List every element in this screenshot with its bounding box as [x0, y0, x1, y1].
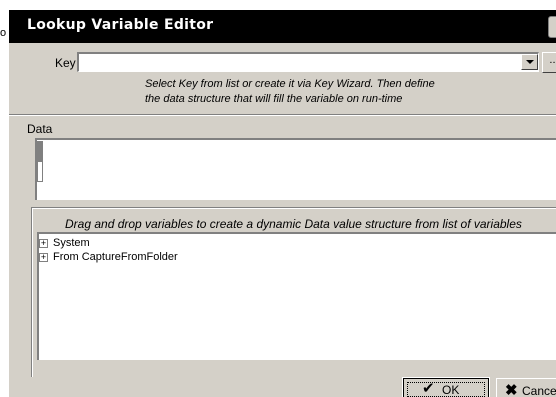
data-label: Data	[27, 122, 53, 136]
chevron-down-icon	[526, 60, 534, 64]
hint-line-2: the data structure that will fill the va…	[145, 93, 403, 105]
data-memo-scroll-thumb[interactable]	[38, 142, 42, 162]
expand-icon[interactable]: +	[39, 253, 48, 262]
key-label: Key	[55, 56, 76, 70]
background-window-glyph: o	[0, 27, 7, 39]
section-divider	[9, 114, 556, 116]
tree-item-label: From CaptureFromFolder	[53, 251, 178, 263]
expand-icon[interactable]: +	[39, 239, 48, 248]
dialog-title: Lookup Variable Editor	[27, 17, 214, 33]
checkmark-icon: ✔	[422, 380, 435, 397]
cancel-label: Cancel	[522, 384, 556, 397]
tree-item-label: System	[53, 237, 90, 249]
cancel-button[interactable]: ✖ Cancel	[496, 378, 556, 397]
close-button[interactable]	[548, 16, 556, 38]
x-icon: ✖	[505, 382, 518, 397]
title-bar[interactable]: Lookup Variable Editor	[9, 10, 556, 43]
ok-label: OK	[442, 383, 460, 397]
data-memo-field[interactable]	[35, 138, 556, 200]
hint-line-1: Select Key from list or create it via Ke…	[145, 78, 435, 90]
ok-button[interactable]: ✔ OK	[402, 377, 490, 397]
background-window-edge	[0, 0, 8, 397]
key-combobox[interactable]	[77, 52, 539, 72]
key-hint-text: Select Key from list or create it via Ke…	[145, 77, 485, 107]
lookup-variable-editor-dialog: Lookup Variable Editor Key ... Select Ke…	[8, 9, 556, 397]
variables-caption: Drag and drop variables to create a dyna…	[65, 217, 522, 231]
key-dropdown-button[interactable]	[521, 54, 538, 70]
key-wizard-button[interactable]: ...	[542, 52, 556, 73]
